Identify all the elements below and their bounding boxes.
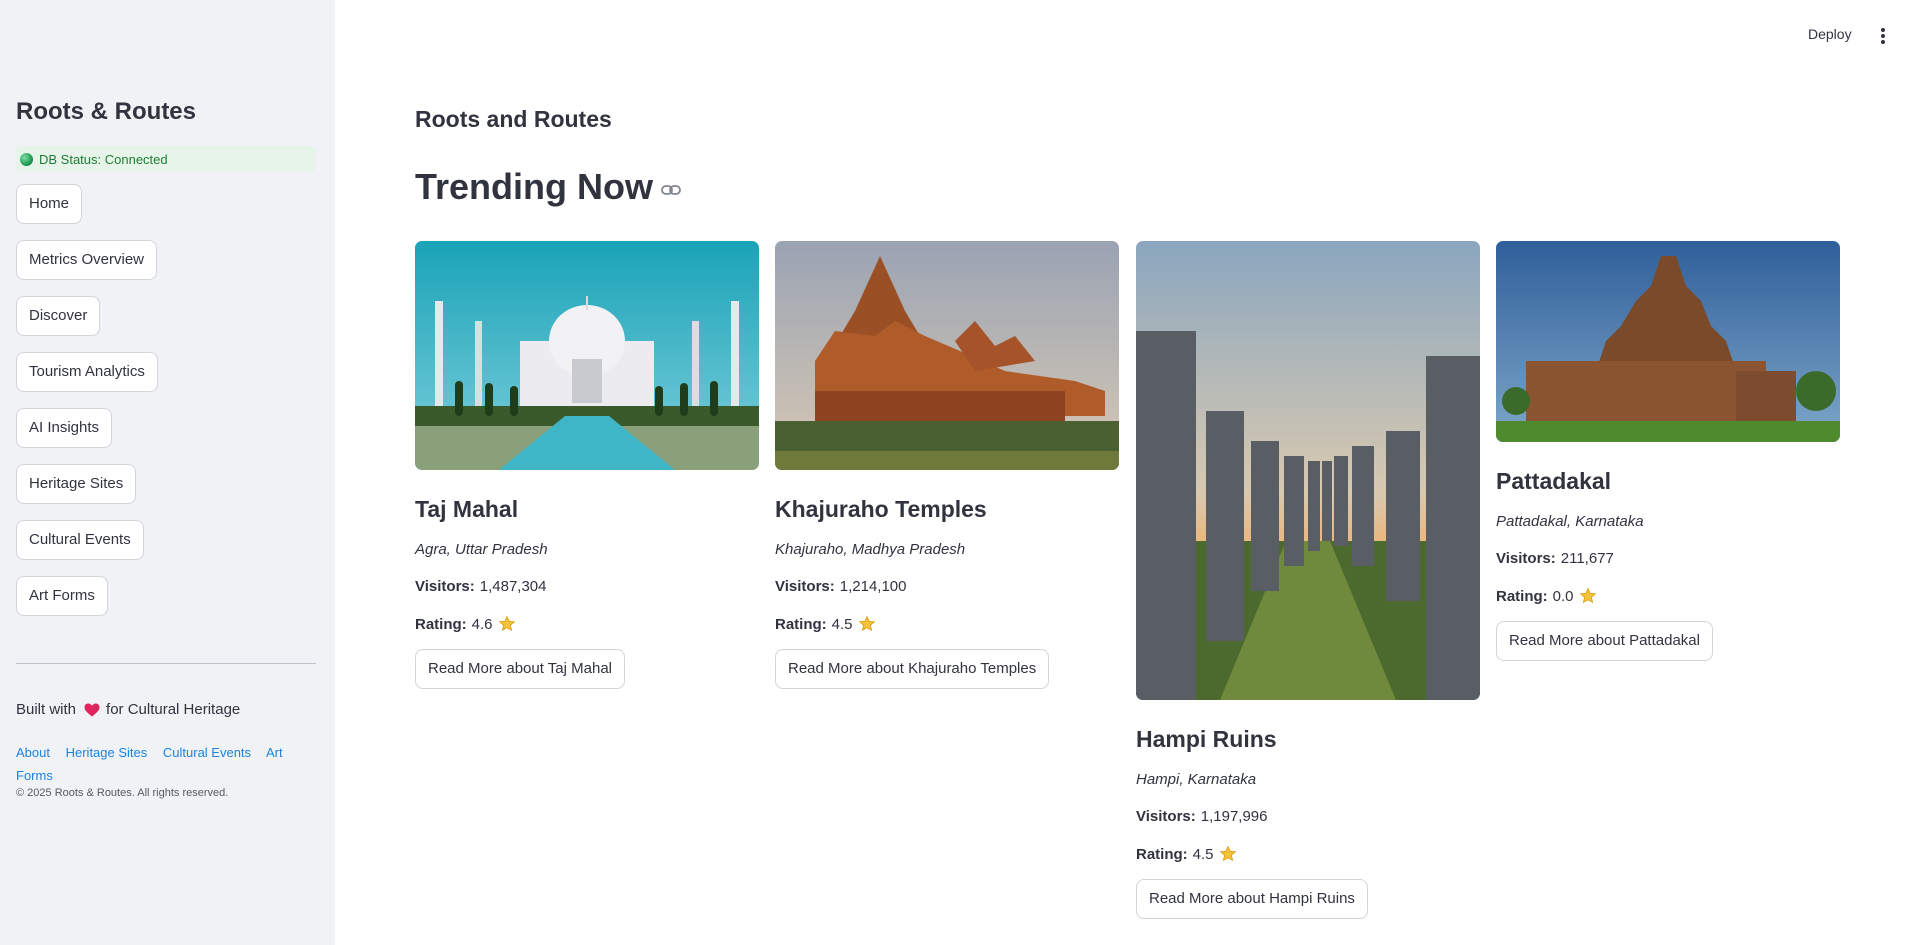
site-visitors: Visitors: 211,677 [1496,550,1840,567]
rating-label: Rating: [415,615,467,633]
site-rating: Rating: 0.0 [1496,587,1840,605]
rating-value: 4.5 [1192,845,1214,863]
nav-button-discover[interactable]: Discover [16,296,101,336]
visitors-label: Visitors: [1136,808,1196,825]
rating-label: Rating: [1136,845,1188,863]
site-image [775,241,1119,470]
section-title-text: Trending Now [415,166,653,207]
site-rating: Rating: 4.5 [775,615,1119,633]
site-rating: Rating: 4.6 [415,615,759,633]
rating-label: Rating: [1496,587,1548,605]
app-title: Roots & Routes [16,98,196,125]
visitors-value: 1,487,304 [479,578,547,595]
star-icon [1219,845,1236,862]
built-with-line: Built with for Cultural Heritage [16,701,240,718]
site-visitors: Visitors: 1,487,304 [415,578,759,595]
visitors-value: 211,677 [1560,550,1614,567]
site-location: Hampi, Karnataka [1136,771,1257,788]
footer-link-heritage-sites[interactable]: Heritage Sites [66,745,148,760]
star-icon [858,615,875,632]
deploy-button[interactable]: Deploy [1808,26,1852,42]
site-location: Agra, Uttar Pradesh [415,541,548,558]
sidebar-divider [16,663,316,664]
built-with-suffix: for Cultural Heritage [106,701,241,718]
nav-button-metrics-overview[interactable]: Metrics Overview [16,240,158,280]
kebab-menu-icon[interactable] [1877,26,1889,46]
built-with-prefix: Built with [16,701,77,718]
copyright: © 2025 Roots & Routes. All rights reserv… [16,787,229,799]
site-visitors: Visitors: 1,197,996 [1136,808,1480,825]
nav-button-heritage-sites[interactable]: Heritage Sites [16,464,137,504]
site-card: Pattadakal Pattadakal, Karnataka Visitor… [1496,241,1840,661]
link-icon[interactable] [661,184,681,196]
site-card: Hampi Ruins Hampi, Karnataka Visitors: 1,… [1136,241,1480,919]
nav-button-cultural-events[interactable]: Cultural Events [16,520,144,560]
visitors-value: 1,214,100 [839,578,907,595]
footer-links: About Heritage Sites Cultural Events Art… [16,741,306,787]
db-status-text: DB Status: Connected [39,151,168,167]
site-image [415,241,759,470]
nav-button-art-forms[interactable]: Art Forms [16,576,108,616]
site-location: Pattadakal, Karnataka [1496,513,1644,530]
read-more-button[interactable]: Read More about Khajuraho Temples [775,649,1050,689]
rating-value: 4.5 [831,615,853,633]
site-visitors: Visitors: 1,214,100 [775,578,1119,595]
visitors-label: Visitors: [415,578,475,595]
nav-button-tourism-analytics[interactable]: Tourism Analytics [16,352,158,392]
star-icon [498,615,515,632]
site-name: Hampi Ruins [1136,726,1277,752]
site-rating: Rating: 4.5 [1136,845,1480,863]
sidebar: Roots & Routes DB Status: Connected Home… [0,0,335,945]
site-name: Taj Mahal [415,496,519,522]
site-location: Khajuraho, Madhya Pradesh [775,541,966,558]
site-image [1136,241,1480,700]
nav-button-home[interactable]: Home [16,184,83,224]
rating-value: 0.0 [1552,587,1574,605]
sidebar-nav: Home Metrics Overview Discover Tourism A… [16,184,158,632]
visitors-label: Visitors: [775,578,835,595]
read-more-button[interactable]: Read More about Hampi Ruins [1136,879,1368,919]
footer-link-cultural-events[interactable]: Cultural Events [163,745,251,760]
section-title: Trending Now [415,166,681,208]
nav-button-ai-insights[interactable]: AI Insights [16,408,113,448]
visitors-label: Visitors: [1496,550,1556,567]
read-more-button[interactable]: Read More about Taj Mahal [415,649,625,689]
footer-link-about[interactable]: About [16,745,50,760]
db-status-badge: DB Status: Connected [16,146,316,172]
site-name: Pattadakal [1496,468,1612,494]
read-more-button[interactable]: Read More about Pattadakal [1496,621,1713,661]
star-icon [1579,587,1596,604]
site-card: Taj Mahal Agra, Uttar Pradesh Visitors: 1… [415,241,759,689]
site-name: Khajuraho Temples [775,496,987,522]
page-title: Roots and Routes [415,106,612,132]
heart-icon [84,703,100,716]
status-dot-icon [20,152,33,166]
site-image [1496,241,1840,442]
rating-label: Rating: [775,615,827,633]
visitors-value: 1,197,996 [1200,808,1268,825]
site-card: Khajuraho Temples Khajuraho, Madhya Prad… [775,241,1119,689]
rating-value: 4.6 [471,615,493,633]
